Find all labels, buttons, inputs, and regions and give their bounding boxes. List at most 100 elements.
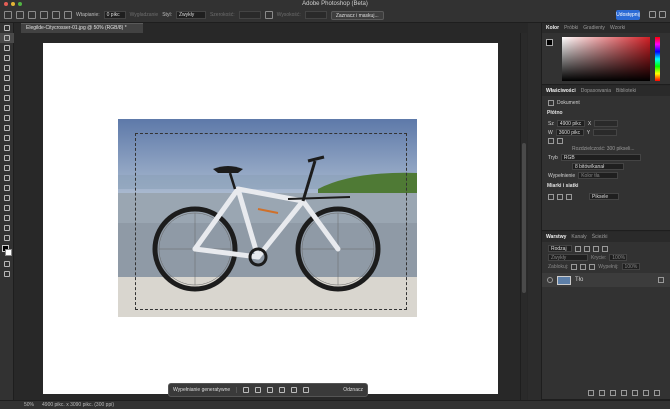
eraser-tool[interactable] bbox=[0, 133, 14, 143]
selection-marquee[interactable] bbox=[135, 133, 407, 310]
foreground-swatch[interactable] bbox=[546, 39, 553, 46]
path-selection-tool[interactable] bbox=[0, 193, 14, 203]
style-select[interactable]: Zwykły bbox=[175, 11, 206, 19]
landscape-icon[interactable] bbox=[557, 138, 563, 144]
color-picker-field[interactable] bbox=[562, 37, 650, 81]
tab-libraries[interactable]: Biblioteki bbox=[616, 88, 636, 94]
clone-stamp-tool[interactable] bbox=[0, 113, 14, 123]
filter-adjustment-icon[interactable] bbox=[584, 245, 590, 252]
new-layer-icon[interactable] bbox=[643, 390, 649, 396]
ruler-icon[interactable] bbox=[548, 193, 554, 200]
lock-position-icon[interactable] bbox=[580, 263, 587, 270]
opacity-input[interactable]: 100% bbox=[609, 254, 628, 261]
tab-channels[interactable]: Kanały bbox=[571, 234, 586, 240]
link-layers-icon[interactable] bbox=[588, 390, 594, 396]
search-icon[interactable] bbox=[649, 11, 656, 18]
workspace-icon[interactable] bbox=[659, 11, 666, 18]
eyedropper-tool[interactable] bbox=[0, 83, 14, 93]
dodge-tool[interactable] bbox=[0, 163, 14, 173]
canvas-y-input[interactable] bbox=[593, 129, 618, 136]
color-swatches[interactable] bbox=[0, 243, 13, 259]
gradient-tool[interactable] bbox=[0, 143, 14, 153]
move-tool[interactable] bbox=[0, 23, 14, 33]
swap-dimensions-icon[interactable] bbox=[264, 11, 273, 19]
transform-icon[interactable] bbox=[255, 387, 262, 393]
add-mask-icon[interactable] bbox=[610, 390, 616, 396]
frame-tool[interactable] bbox=[0, 73, 14, 83]
zoom-tool[interactable] bbox=[0, 223, 14, 233]
guides-icon[interactable] bbox=[566, 193, 572, 200]
tab-color[interactable]: Kolor bbox=[546, 25, 559, 31]
pen-tool[interactable] bbox=[0, 173, 14, 183]
deselect-button[interactable]: Odznacz bbox=[343, 387, 363, 393]
minimize-window-button[interactable] bbox=[11, 2, 15, 6]
canvas-height-input[interactable]: 3600 pikс bbox=[555, 129, 584, 136]
lock-all-icon[interactable] bbox=[589, 263, 596, 270]
brush-tool[interactable] bbox=[0, 103, 14, 113]
select-subject-icon[interactable] bbox=[243, 387, 250, 393]
lock-pixels-icon[interactable] bbox=[571, 263, 578, 270]
grid-icon[interactable] bbox=[557, 193, 563, 200]
tab-patterns[interactable]: Wzorki bbox=[610, 25, 625, 31]
mode-select[interactable]: RGB bbox=[560, 154, 641, 161]
scrollbar-thumb[interactable] bbox=[522, 143, 526, 293]
healing-brush-tool[interactable] bbox=[0, 93, 14, 103]
tab-gradients[interactable]: Gradienty bbox=[583, 25, 605, 31]
type-tool[interactable] bbox=[0, 183, 14, 193]
more-tools[interactable] bbox=[0, 233, 14, 243]
crop-tool[interactable] bbox=[0, 63, 14, 73]
ruler-units-select[interactable]: Piksele bbox=[589, 193, 619, 200]
blend-mode-select[interactable]: Zwykły bbox=[548, 254, 588, 261]
quick-mask-button[interactable] bbox=[0, 259, 14, 269]
select-and-mask-button[interactable]: Zaznacz i maskuj... bbox=[330, 10, 384, 20]
layer-row[interactable]: Tło bbox=[542, 273, 670, 287]
intersect-selection-icon[interactable] bbox=[64, 11, 72, 19]
trash-icon[interactable] bbox=[654, 390, 660, 396]
grid-section-header[interactable]: Miarki i siatki bbox=[542, 180, 670, 192]
tab-swatches[interactable]: Próbki bbox=[564, 25, 578, 31]
height-input[interactable] bbox=[304, 11, 327, 19]
tab-adjustments[interactable]: Dopasowania bbox=[581, 88, 611, 94]
bit-depth-select[interactable]: 8 bitów/kanał bbox=[572, 163, 624, 170]
zoom-level[interactable]: 50% bbox=[24, 402, 34, 408]
add-selection-icon[interactable] bbox=[40, 11, 48, 19]
marquee-tool[interactable] bbox=[0, 33, 14, 43]
new-selection-icon[interactable] bbox=[28, 11, 36, 19]
fill-opacity-input[interactable]: 100% bbox=[621, 263, 640, 270]
document-info[interactable]: 4900 pikс. x 3090 pikс. (300 ppi) bbox=[42, 402, 114, 408]
layer-kind-filter[interactable]: Rodzaj bbox=[548, 245, 572, 252]
tab-layers[interactable]: Warstwy bbox=[546, 234, 566, 240]
history-brush-tool[interactable] bbox=[0, 123, 14, 133]
maximize-window-button[interactable] bbox=[18, 2, 22, 6]
home-icon[interactable] bbox=[4, 11, 12, 19]
fill-select[interactable]: Kolor tła bbox=[578, 172, 619, 179]
more-options-icon[interactable] bbox=[303, 387, 310, 393]
generative-fill-button[interactable]: Wypełnianie generatywne bbox=[173, 387, 238, 393]
filter-shape-icon[interactable] bbox=[602, 245, 608, 252]
filter-type-icon[interactable] bbox=[593, 245, 599, 252]
marquee-tool-preset-icon[interactable] bbox=[16, 11, 24, 19]
blur-tool[interactable] bbox=[0, 153, 14, 163]
rectangle-tool[interactable] bbox=[0, 203, 14, 213]
antialias-checkbox[interactable]: Wygładzanie bbox=[130, 12, 159, 18]
fill-icon[interactable] bbox=[291, 387, 298, 393]
eye-icon[interactable] bbox=[547, 277, 553, 283]
screen-mode-button[interactable] bbox=[0, 269, 14, 279]
object-selection-tool[interactable] bbox=[0, 53, 14, 63]
tab-paths[interactable]: Ścieżki bbox=[592, 234, 608, 240]
new-adjustment-icon[interactable] bbox=[621, 390, 627, 396]
vertical-scrollbar[interactable] bbox=[520, 33, 527, 400]
new-group-icon[interactable] bbox=[632, 390, 638, 396]
width-input[interactable] bbox=[238, 11, 261, 19]
lasso-tool[interactable] bbox=[0, 43, 14, 53]
share-button[interactable]: Udostępnij bbox=[616, 10, 640, 20]
hue-slider[interactable] bbox=[655, 37, 660, 81]
filter-pixel-icon[interactable] bbox=[575, 245, 581, 252]
canvas-x-input[interactable] bbox=[594, 120, 619, 127]
hand-tool[interactable] bbox=[0, 213, 14, 223]
feather-input[interactable]: 0 pikс bbox=[103, 11, 126, 19]
subtract-selection-icon[interactable] bbox=[52, 11, 60, 19]
portrait-icon[interactable] bbox=[548, 138, 554, 144]
background-color[interactable] bbox=[5, 249, 12, 256]
mask-icon[interactable] bbox=[279, 387, 286, 393]
